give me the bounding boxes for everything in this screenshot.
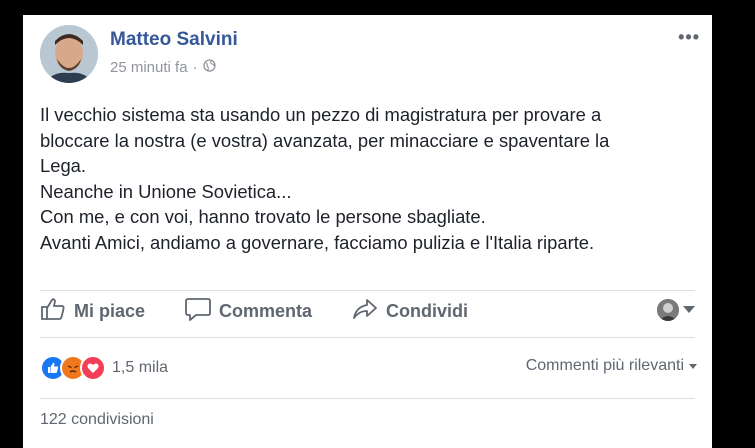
author-name[interactable]: Matteo Salvini	[110, 29, 238, 51]
comment-icon	[185, 297, 211, 326]
share-icon	[352, 297, 378, 326]
reactions-count: 1,5 mila	[112, 359, 169, 376]
share-button[interactable]: Condividi	[352, 297, 468, 326]
post-text-line: Neanche in Unione Sovietica...	[40, 180, 292, 202]
post-text-line: Avanti Amici, andiamo a governare, facci…	[40, 231, 595, 253]
post-text-line: Il vecchio sistema sta usando un pezzo d…	[40, 104, 602, 125]
like-label: Mi piace	[74, 300, 146, 321]
comment-button[interactable]: Commenta	[185, 297, 312, 326]
post-text-line: Con me, e con voi, hanno trovato le pers…	[40, 206, 486, 227]
comment-sort-selector[interactable]: Commenti più rilevanti	[526, 357, 697, 375]
globe-icon	[202, 59, 216, 76]
love-reaction-icon	[80, 355, 106, 381]
reactions-summary[interactable]: 1,5 mila	[40, 355, 168, 381]
thumbs-up-icon	[40, 297, 66, 326]
meta-separator: ·	[192, 59, 198, 76]
post-meta: 25 minuti fa ·	[110, 59, 216, 76]
divider	[40, 290, 695, 291]
post-text-line: Lega.	[40, 155, 87, 176]
viewer-avatar	[657, 299, 679, 321]
comment-sort-label: Commenti più rilevanti	[525, 357, 684, 374]
post-timestamp[interactable]: 25 minuti fa	[110, 59, 188, 76]
avatar-image	[40, 25, 98, 83]
divider	[40, 337, 695, 338]
post-card: Matteo Salvini 25 minuti fa · ••• Il vec…	[23, 15, 712, 448]
comment-label: Commenta	[219, 300, 313, 321]
caret-down-icon	[683, 301, 695, 319]
more-options-icon[interactable]: •••	[678, 27, 700, 48]
divider	[40, 398, 695, 399]
like-button[interactable]: Mi piace	[40, 297, 145, 326]
post-text-line: bloccare la nostra (e vostra) avanzata, …	[40, 129, 610, 151]
share-label: Condividi	[386, 300, 469, 321]
caret-down-icon	[689, 357, 697, 375]
author-avatar[interactable]	[40, 25, 98, 83]
action-bar: Mi piace Commenta Condividi	[40, 293, 695, 329]
post-text: Il vecchio sistema sta usando un pezzo d…	[40, 102, 700, 255]
shares-count[interactable]: 122 condivisioni	[40, 411, 154, 429]
post-as-selector[interactable]	[657, 299, 695, 321]
